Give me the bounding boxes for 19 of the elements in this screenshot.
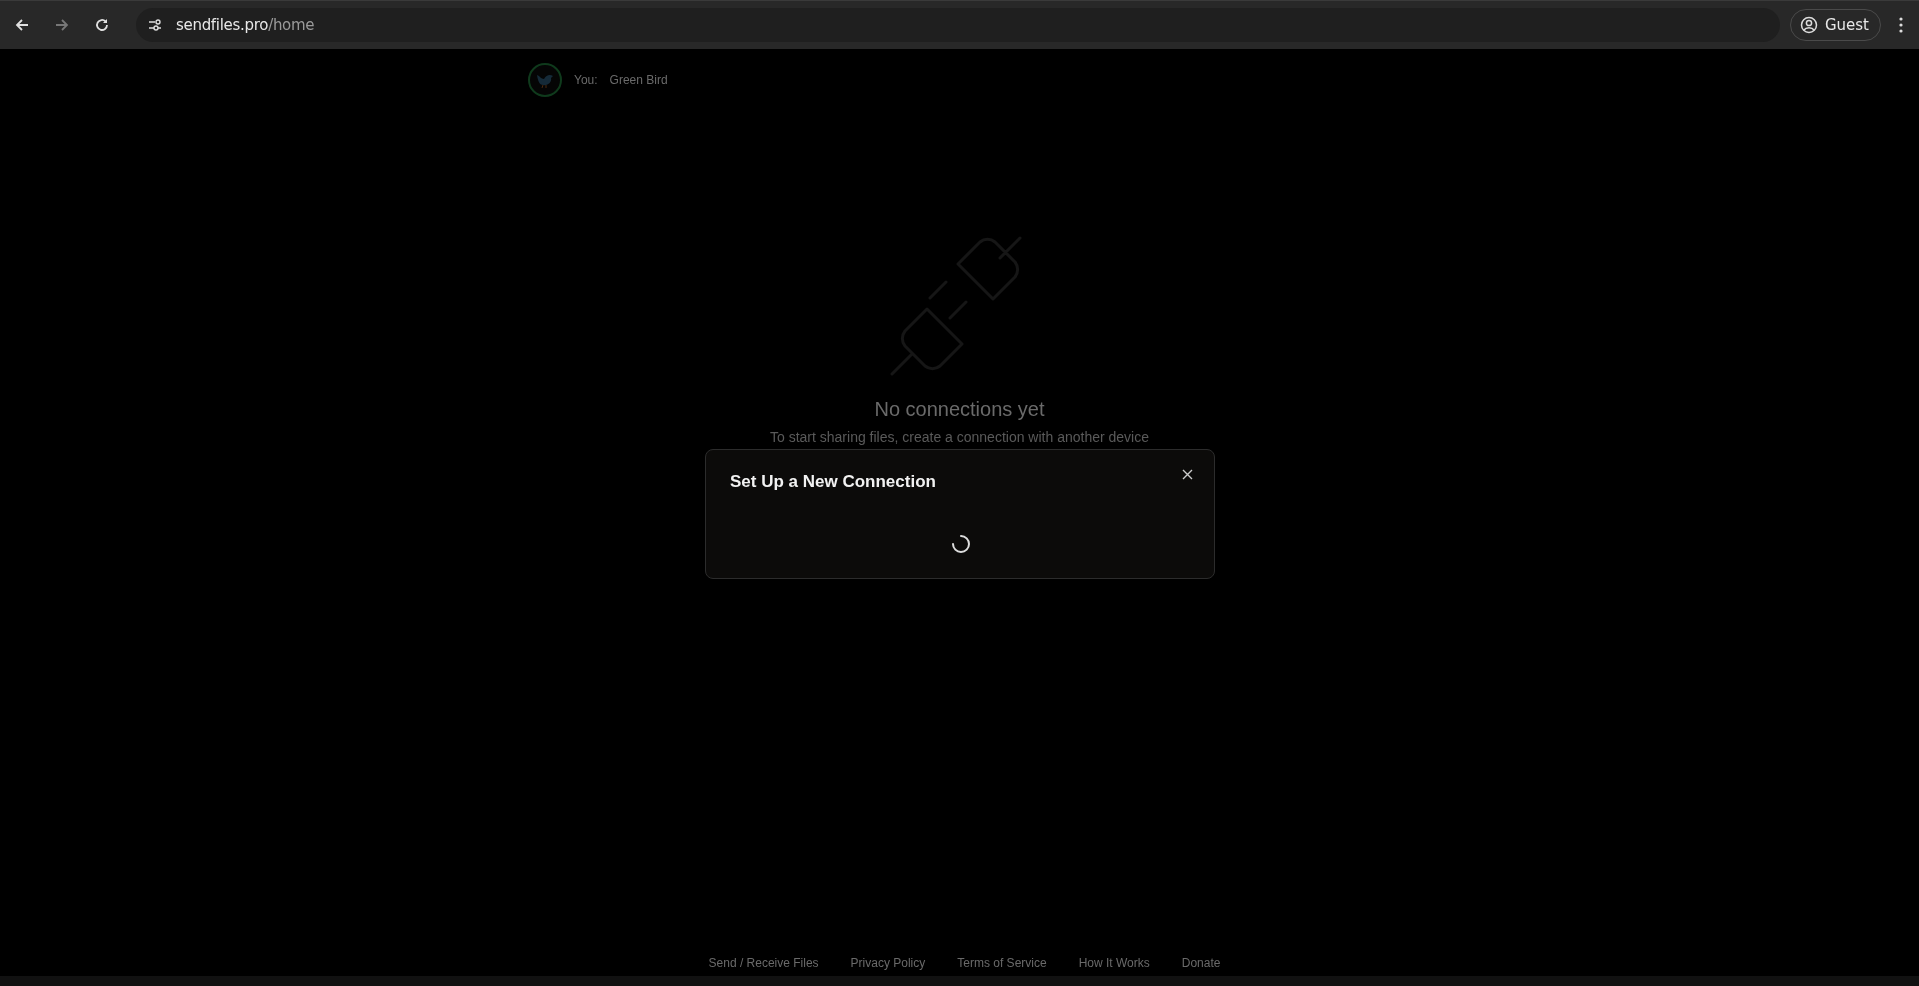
menu-dots-icon xyxy=(1899,17,1903,33)
reload-icon xyxy=(94,17,110,33)
user-name: Green Bird xyxy=(609,73,668,87)
back-arrow-icon xyxy=(14,17,30,33)
empty-state-subtitle: To start sharing files, create a connection with another device xyxy=(770,429,1149,445)
empty-state-title: No connections yet xyxy=(874,398,1045,421)
person-icon xyxy=(1799,16,1818,34)
dialog-title: Set Up a New Connection xyxy=(730,472,937,492)
footer-link[interactable]: Donate xyxy=(1181,956,1221,970)
url-text: sendfiles.pro/home xyxy=(176,16,315,34)
close-icon xyxy=(1181,468,1193,480)
footer-link[interactable]: Terms of Service xyxy=(957,956,1047,970)
footer-link[interactable]: Send / Receive Files xyxy=(708,956,819,970)
you-label: You: xyxy=(574,73,598,87)
bird-avatar xyxy=(528,63,562,97)
address-bar[interactable]: sendfiles.pro/home xyxy=(136,8,1780,42)
forward-arrow-icon xyxy=(54,17,70,33)
footer-link[interactable]: Privacy Policy xyxy=(850,956,926,970)
footer-link[interactable]: How It Works xyxy=(1078,956,1150,970)
